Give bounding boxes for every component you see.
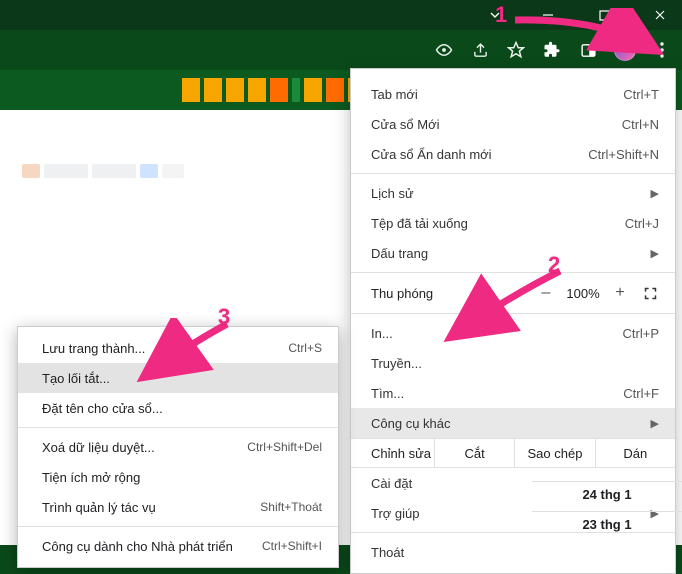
edit-cut[interactable]: Cắt <box>435 439 515 467</box>
color-block <box>270 78 288 102</box>
submenu-clear-data[interactable]: Xoá dữ liệu duyệt...Ctrl+Shift+Del <box>18 432 338 462</box>
sidepanel-icon[interactable] <box>578 40 598 60</box>
minimize-button[interactable] <box>530 0 566 30</box>
menu-history[interactable]: Lịch sử▶ <box>351 178 675 208</box>
color-block <box>248 78 266 102</box>
menu-bookmarks[interactable]: Dấu trang▶ <box>351 238 675 268</box>
color-block <box>326 78 344 102</box>
color-block <box>204 78 222 102</box>
submenu-task-manager[interactable]: Trình quản lý tác vụShift+Thoát <box>18 492 338 522</box>
decorative-blocks <box>182 78 366 102</box>
menu-find[interactable]: Tìm...Ctrl+F <box>351 378 675 408</box>
color-block <box>182 78 200 102</box>
menu-print[interactable]: In...Ctrl+P <box>351 318 675 348</box>
avatar[interactable] <box>614 39 636 61</box>
maximize-button[interactable] <box>586 0 622 30</box>
zoom-in-button[interactable]: + <box>605 284 635 302</box>
edit-label: Chỉnh sửa <box>351 439 435 467</box>
color-block <box>226 78 244 102</box>
zoom-out-button[interactable]: – <box>531 284 561 302</box>
submenu-name-window[interactable]: Đặt tên cho cửa sổ... <box>18 393 338 423</box>
annotation-badge-3: 3 <box>218 304 230 330</box>
window-titlebar <box>0 0 682 30</box>
more-tools-submenu: Lưu trang thành...Ctrl+S Tạo lối tắt... … <box>17 326 339 568</box>
menu-incognito[interactable]: Cửa sổ Ẩn danh mớiCtrl+Shift+N <box>351 139 675 169</box>
date-row-2: 23 thg 1 <box>532 511 682 537</box>
star-icon[interactable] <box>506 40 526 60</box>
menu-edit-row: Chỉnh sửa Cắt Sao chép Dán <box>351 438 675 468</box>
submenu-create-shortcut[interactable]: Tạo lối tắt... <box>18 363 338 393</box>
kebab-menu-icon[interactable] <box>652 35 672 65</box>
submenu-dev-tools[interactable]: Công cụ dành cho Nhà phát triểnCtrl+Shif… <box>18 531 338 561</box>
menu-new-window[interactable]: Cửa sổ MớiCtrl+N <box>351 109 675 139</box>
date-row-1: 24 thg 1 <box>532 481 682 507</box>
color-block <box>292 78 300 102</box>
zoom-label: Thu phóng <box>371 286 531 301</box>
menu-new-tab[interactable]: Tab mớiCtrl+T <box>351 79 675 109</box>
submenu-extensions[interactable]: Tiện ích mở rộng <box>18 462 338 492</box>
color-block <box>304 78 322 102</box>
menu-exit[interactable]: Thoát <box>351 537 675 567</box>
browser-toolbar <box>0 30 682 70</box>
submenu-save-page[interactable]: Lưu trang thành...Ctrl+S <box>18 333 338 363</box>
menu-zoom: Thu phóng – 100% + <box>351 277 675 309</box>
edit-paste[interactable]: Dán <box>596 439 675 467</box>
menu-more-tools[interactable]: Công cụ khác▶ <box>351 408 675 438</box>
menu-cast[interactable]: Truyền... <box>351 348 675 378</box>
extensions-icon[interactable] <box>542 40 562 60</box>
share-icon[interactable] <box>470 40 490 60</box>
fullscreen-icon[interactable] <box>635 286 665 301</box>
annotation-badge-1: 1 <box>495 2 507 28</box>
zoom-value: 100% <box>561 286 605 301</box>
edit-copy[interactable]: Sao chép <box>515 439 595 467</box>
menu-downloads[interactable]: Tệp đã tải xuốngCtrl+J <box>351 208 675 238</box>
eye-icon[interactable] <box>434 40 454 60</box>
close-button[interactable] <box>642 0 678 30</box>
annotation-badge-2: 2 <box>548 252 560 278</box>
